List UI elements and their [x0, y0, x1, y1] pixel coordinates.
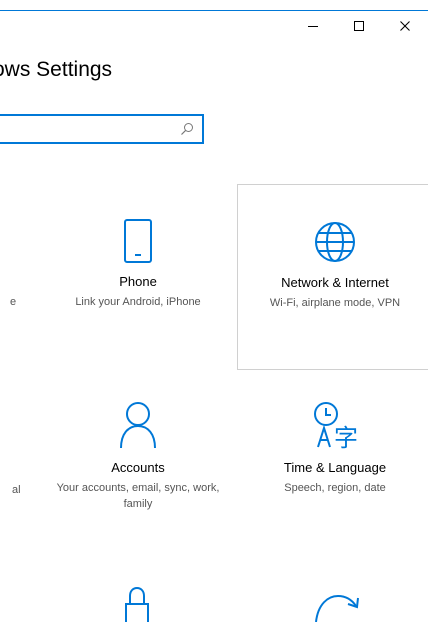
tile-title: Network & Internet: [281, 275, 389, 290]
tile-title: Time & Language: [283, 460, 387, 475]
time-language-icon: 字: [310, 402, 360, 450]
tile-phone[interactable]: Phone Link your Android, iPhone: [40, 184, 236, 370]
lock-icon: [120, 586, 154, 627]
search-box[interactable]: [0, 114, 204, 144]
tile-description: Speech, region, date: [284, 482, 386, 494]
maximize-button[interactable]: [336, 14, 382, 38]
update-sync-icon: [312, 590, 362, 627]
page-title: ows Settings: [0, 58, 113, 81]
minimize-icon: [308, 26, 318, 27]
window-controls: [290, 14, 428, 38]
tile-accounts[interactable]: Accounts Your accounts, email, sync, wor…: [40, 370, 236, 556]
svg-text:字: 字: [334, 424, 358, 450]
maximize-icon: [354, 21, 364, 31]
person-icon: [118, 402, 158, 450]
partial-tile-desc: al: [12, 484, 21, 496]
tile-time-language[interactable]: 字 Time & Language Speech, region, date: [237, 370, 428, 556]
tile-description: Link your Android, iPhone: [75, 296, 201, 308]
search-input[interactable]: [0, 116, 182, 142]
globe-icon: [312, 217, 358, 265]
minimize-button[interactable]: [290, 14, 336, 38]
close-button[interactable]: [382, 14, 428, 38]
tile-title: Phone: [119, 274, 157, 289]
tile-description: Wi-Fi, airplane mode, VPN: [269, 297, 401, 309]
search-icon: [180, 122, 194, 141]
tile-description: Your accounts, email, sync, work, family: [56, 482, 220, 510]
phone-icon: [123, 216, 153, 264]
tile-title: Accounts: [111, 460, 165, 475]
tile-network-internet[interactable]: Network & Internet Wi-Fi, airplane mode,…: [237, 184, 428, 370]
close-icon: [400, 21, 410, 31]
window-accent-border: [0, 10, 428, 11]
partial-tile-desc: e: [10, 296, 17, 308]
